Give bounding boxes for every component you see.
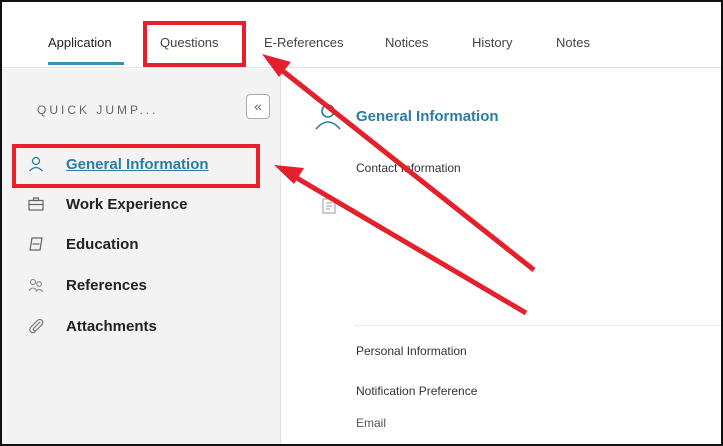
tab-history[interactable]: History [472,35,512,50]
sidebar-item-label: References [66,276,147,294]
tab-e-references[interactable]: E-References [264,35,343,50]
sidebar-item-label: Work Experience [66,195,188,213]
sidebar-item-references[interactable]: References [28,272,147,298]
person-icon [314,102,342,135]
people-icon [28,276,50,294]
highlight-box-questions [143,21,246,67]
collapse-sidebar-button[interactable]: « [246,94,270,119]
sidebar-item-attachments[interactable]: Attachments [28,313,157,339]
highlight-box-general-information [12,144,260,188]
sidebar-item-label: Education [66,235,139,253]
briefcase-icon [28,195,50,213]
tab-application[interactable]: Application [48,35,112,50]
sidebar-item-education[interactable]: Education [28,231,139,257]
section-divider [354,325,721,326]
sidebar-item-work-experience[interactable]: Work Experience [28,191,187,217]
paperclip-icon [28,317,50,335]
arrow-to-general-information [288,171,528,316]
personal-information-heading: Personal Information [356,344,467,358]
sidebar-item-label: Attachments [66,317,157,335]
tab-notices[interactable]: Notices [385,35,428,50]
quick-jump-sidebar: QUICK JUMP... « General Information Work… [2,69,281,444]
notification-preference-label: Notification Preference [356,384,478,398]
quick-jump-heading: QUICK JUMP... [37,103,159,117]
screenshot-frame: Application Questions E-References Notic… [0,0,723,446]
active-tab-indicator [48,62,124,65]
education-icon [28,235,50,253]
notification-preference-value: Email [356,416,387,430]
tab-notes[interactable]: Notes [556,35,590,50]
tab-bar: Application Questions E-References Notic… [2,2,721,68]
page-title: General Information [356,108,499,125]
contact-information-heading: Contact Information [356,161,461,175]
document-icon [322,198,336,219]
